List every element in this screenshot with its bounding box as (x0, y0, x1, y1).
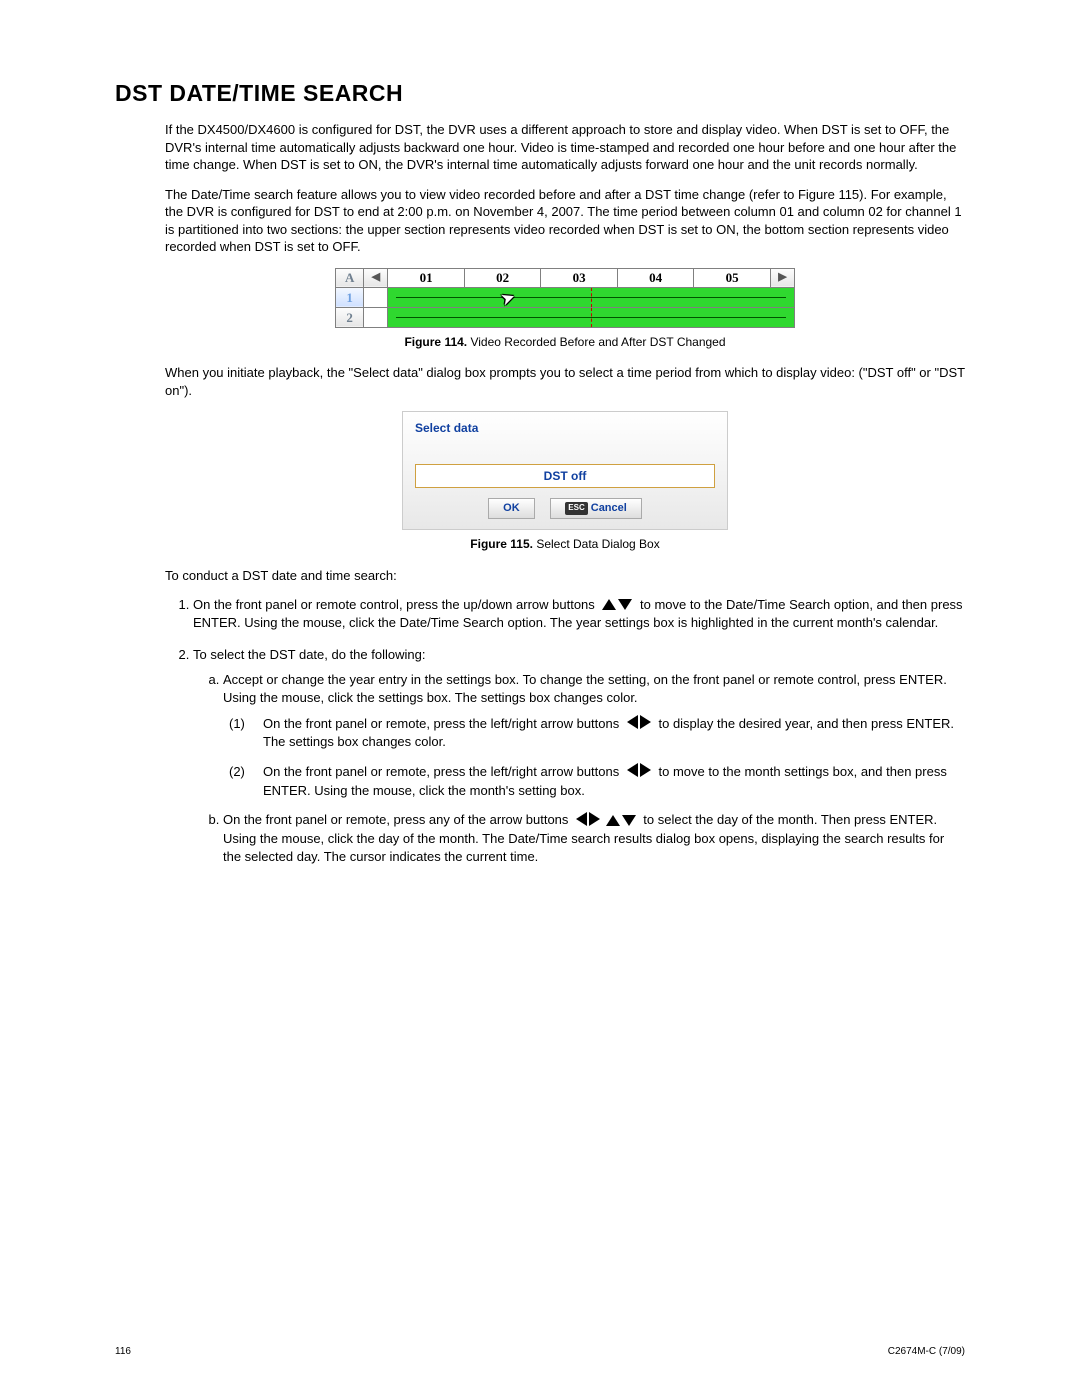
up-down-arrows-icon (601, 597, 633, 615)
col-04: 04 (617, 268, 694, 287)
left-right-arrows-icon (626, 763, 652, 782)
step-1: On the front panel or remote control, pr… (193, 596, 965, 632)
scroll-right-icon[interactable]: ▶ (770, 268, 794, 287)
steps-lead-in: To conduct a DST date and time search: (165, 567, 965, 585)
dialog-title: Select data (415, 420, 715, 436)
step-2: To select the DST date, do the following… (193, 646, 965, 865)
col-02: 02 (464, 268, 541, 287)
left-right-arrows-icon (626, 715, 652, 734)
row2-pre (364, 307, 388, 327)
scroll-left-icon[interactable]: ◀ (364, 268, 388, 287)
figure-115-caption: Figure 115. Select Data Dialog Box (165, 536, 965, 552)
step-2a: Accept or change the year entry in the s… (223, 671, 965, 799)
select-data-dialog: Select data DST off OK ESCCancel (402, 411, 728, 530)
step-2a-2: (2) On the front panel or remote, press … (263, 763, 965, 799)
row-label-2: 2 (336, 307, 364, 327)
all-arrows-icon (575, 812, 637, 831)
page-heading: DST DATE/TIME SEARCH (115, 80, 965, 107)
intro-para-1: If the DX4500/DX4600 is configured for D… (165, 121, 965, 174)
cancel-button[interactable]: ESCCancel (550, 498, 642, 519)
figure-114-timeline: A ◀ 01 02 03 04 05 ▶ 1 ➤ 2 (335, 268, 795, 328)
ok-button[interactable]: OK (488, 498, 535, 519)
dst-field[interactable]: DST off (415, 464, 715, 488)
figure-114-caption: Figure 114. Video Recorded Before and Af… (165, 334, 965, 350)
page-number: 116 (115, 1346, 131, 1357)
row1-pre (364, 287, 388, 307)
row-label-1: 1 (336, 287, 364, 307)
intro-para-2: The Date/Time search feature allows you … (165, 186, 965, 256)
col-05: 05 (694, 268, 771, 287)
col-03: 03 (541, 268, 618, 287)
para-3: When you initiate playback, the "Select … (165, 364, 965, 399)
row1-video-bar: ➤ (388, 287, 795, 307)
row-label-A: A (336, 268, 364, 287)
col-01: 01 (388, 268, 465, 287)
doc-id: C2674M-C (7/09) (888, 1346, 965, 1357)
step-2a-1: (1) On the front panel or remote, press … (263, 715, 965, 751)
row2-video-bar (388, 307, 795, 327)
esc-badge: ESC (565, 502, 587, 515)
step-2b: On the front panel or remote, press any … (223, 811, 965, 865)
